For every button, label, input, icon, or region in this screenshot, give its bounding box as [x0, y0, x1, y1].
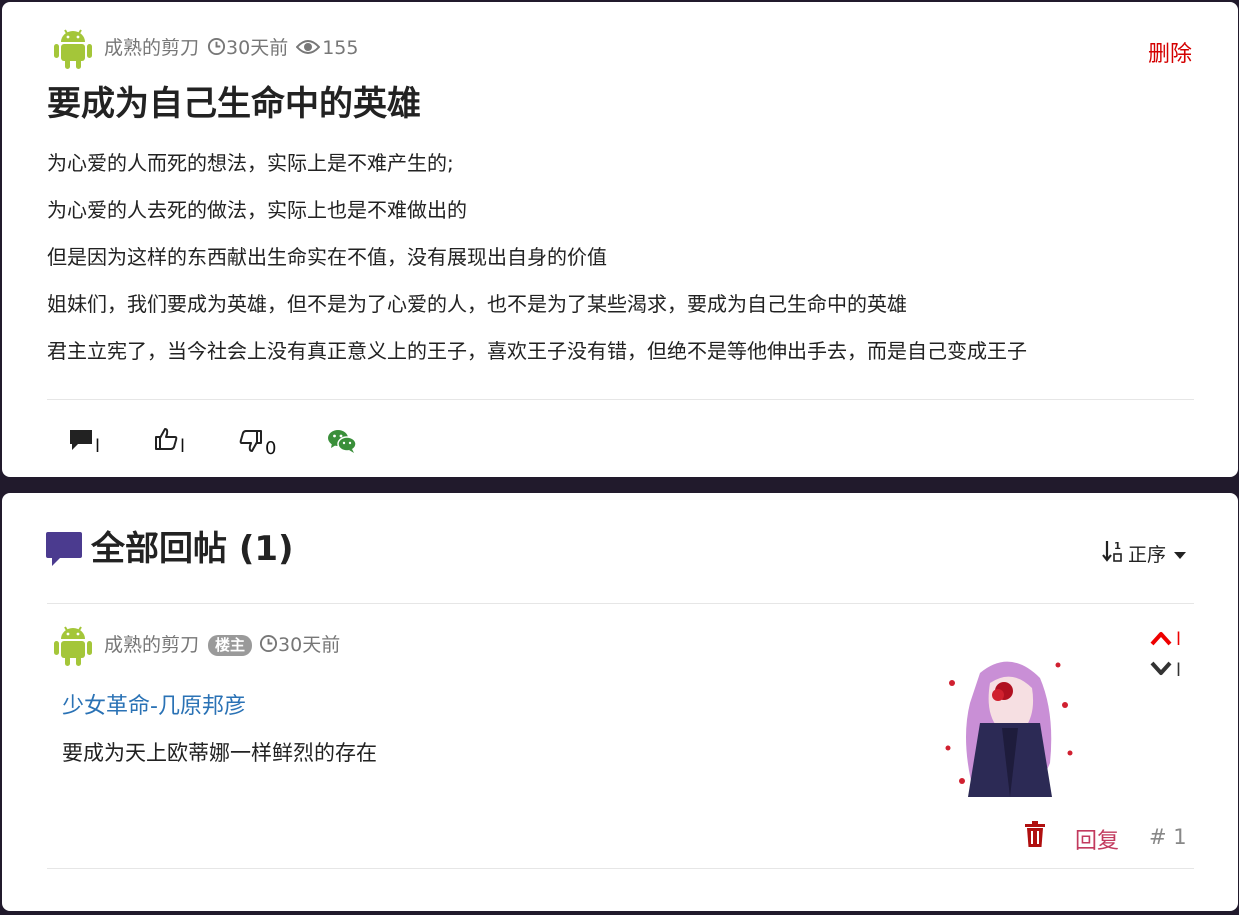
post-paragraph: 为心爱的人而死的想法，实际上是不难产生的; — [47, 151, 454, 175]
floor-number: # 1 — [1149, 825, 1187, 849]
reply-button[interactable]: 回复 — [1075, 823, 1119, 855]
dislike-count: 0 — [265, 438, 277, 459]
post-paragraph: 为心爱的人去死的做法，实际上也是不难做出的 — [47, 198, 467, 222]
upvote-button[interactable]: l — [1150, 629, 1181, 650]
post-body: 为心爱的人而死的想法，实际上是不难产生的; 为心爱的人去死的做法，实际上也是不难… — [47, 148, 1027, 383]
divider — [47, 603, 1194, 604]
thumbs-down-icon — [239, 429, 263, 458]
downvote-button[interactable]: l — [1150, 660, 1181, 681]
clock-icon — [207, 37, 226, 60]
wechat-share-icon[interactable] — [327, 428, 357, 458]
reply-link[interactable]: 少女革命-几原邦彦 — [62, 688, 246, 720]
svg-text:1: 1 — [1114, 541, 1121, 552]
chevron-down-icon — [1150, 661, 1172, 681]
reply-time: 30天前 — [278, 634, 341, 656]
thumbs-up-icon — [154, 427, 178, 456]
clock-icon — [259, 634, 278, 657]
comment-icon — [69, 429, 93, 456]
author-name[interactable]: 成熟的剪刀 — [104, 636, 199, 655]
sort-label: 正序 — [1127, 544, 1166, 566]
divider — [47, 868, 1194, 869]
post-card: 成熟的剪刀 30天前 155 删除 要成为自己生命中的英雄 为心爱的人而死的想法… — [2, 2, 1238, 477]
post-time: 30天前 — [226, 37, 289, 59]
post-paragraph: 姐妹们，我们要成为英雄，但不是为了心爱的人，也不是为了某些渴求，要成为自己生命中… — [47, 292, 907, 316]
post-title: 要成为自己生命中的英雄 — [47, 84, 421, 124]
op-badge: 楼主 — [208, 635, 253, 656]
replies-card: 全部回帖 (1) 1 正序 成熟的剪刀 楼主 30天前 l l 少女革命-几原邦… — [2, 493, 1238, 911]
author-name[interactable]: 成熟的剪刀 — [104, 39, 199, 58]
divider — [47, 399, 1194, 400]
replies-title: 全部回帖 (1) — [91, 529, 294, 569]
upvote-count: l — [1175, 629, 1181, 650]
reply-text: 要成为天上欧蒂娜一样鲜烈的存在 — [62, 741, 377, 765]
sort-icon: 1 — [1102, 539, 1124, 568]
eye-icon — [295, 38, 321, 60]
comment-count: l — [95, 436, 101, 457]
reply-meta: 成熟的剪刀 楼主 30天前 — [104, 634, 340, 657]
chevron-up-icon — [1150, 630, 1172, 650]
delete-button[interactable]: 删除 — [1148, 36, 1192, 68]
trash-icon[interactable] — [1024, 821, 1046, 851]
android-avatar-icon[interactable] — [53, 623, 93, 667]
android-avatar-icon[interactable] — [53, 26, 93, 70]
reply-image[interactable] — [940, 653, 1082, 801]
like-button[interactable]: l — [154, 427, 185, 456]
comment-button[interactable]: l — [69, 429, 100, 456]
caret-down-icon — [1174, 543, 1186, 565]
post-paragraph: 但是因为这样的东西献出生命实在不值，没有展现出自身的价值 — [47, 245, 607, 269]
sort-dropdown[interactable]: 1 正序 — [1102, 539, 1186, 568]
downvote-count: l — [1175, 660, 1181, 681]
post-paragraph: 君主立宪了，当今社会上没有真正意义上的王子，喜欢王子没有错，但绝不是等他伸出手去… — [47, 339, 1027, 363]
comments-section-icon — [46, 532, 82, 570]
view-count: 155 — [322, 37, 359, 59]
like-count: l — [180, 436, 186, 457]
dislike-button[interactable]: 0 — [239, 429, 276, 458]
post-meta: 成熟的剪刀 30天前 155 — [104, 37, 358, 60]
